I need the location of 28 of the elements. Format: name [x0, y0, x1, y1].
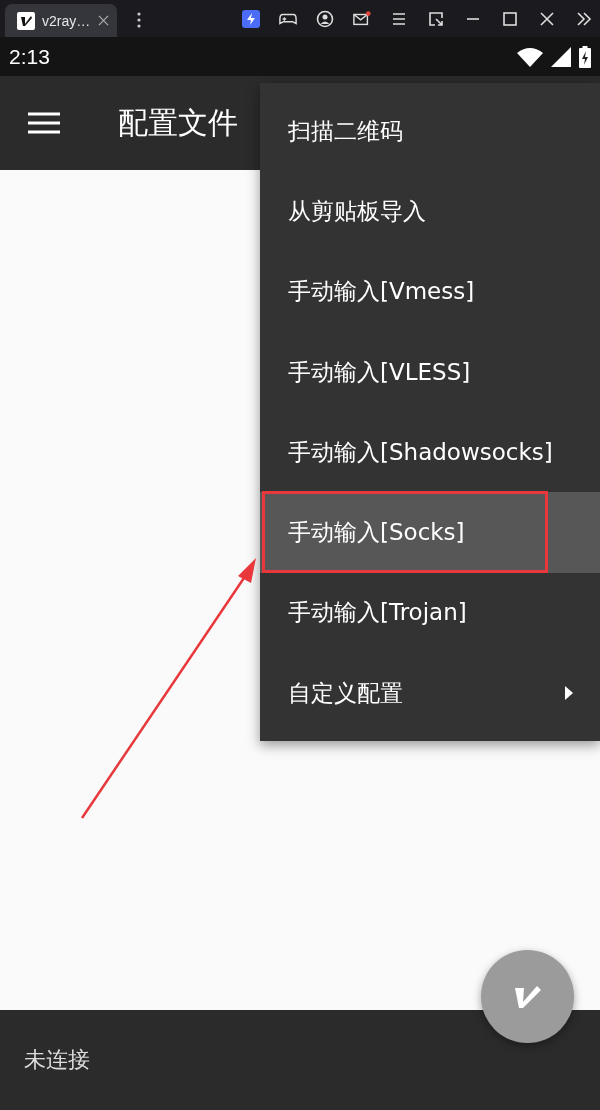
- menu-item[interactable]: 手动输入[Vmess]: [260, 251, 600, 332]
- maximize-icon[interactable]: [501, 9, 519, 28]
- lightning-icon[interactable]: [242, 9, 260, 28]
- menu-item[interactable]: 手动输入[VLESS]: [260, 331, 600, 413]
- window-resize-icon[interactable]: [427, 9, 445, 28]
- double-chevron-icon[interactable]: [575, 9, 593, 28]
- menu-item[interactable]: 手动输入[Socks]: [260, 492, 600, 573]
- menu-item[interactable]: 自定义配置: [260, 653, 600, 734]
- tab-title: v2ray…: [42, 12, 91, 29]
- v-logo-icon: [512, 983, 543, 1010]
- menu-item[interactable]: 从剪贴板导入: [260, 171, 600, 252]
- menu-item[interactable]: 手动输入[Trojan]: [260, 572, 600, 654]
- menu-item[interactable]: 手动输入[Shadowsocks]: [260, 412, 600, 493]
- wifi-icon: [517, 46, 543, 67]
- app-logo-icon: [17, 11, 35, 30]
- browser-tab[interactable]: v2ray…: [5, 4, 117, 37]
- signal-icon: [551, 46, 571, 67]
- account-icon[interactable]: [316, 9, 334, 28]
- mail-icon[interactable]: [353, 9, 371, 28]
- more-icon[interactable]: [137, 12, 141, 28]
- battery-icon: [579, 45, 591, 68]
- connection-status: 未连接: [24, 1046, 90, 1074]
- app-title: 配置文件: [118, 103, 238, 142]
- status-time: 2:13: [9, 44, 50, 69]
- menu-icon[interactable]: [28, 111, 60, 135]
- close-icon[interactable]: [538, 9, 556, 28]
- menu-item[interactable]: 扫描二维码: [260, 91, 600, 172]
- submenu-arrow-icon: [565, 686, 573, 701]
